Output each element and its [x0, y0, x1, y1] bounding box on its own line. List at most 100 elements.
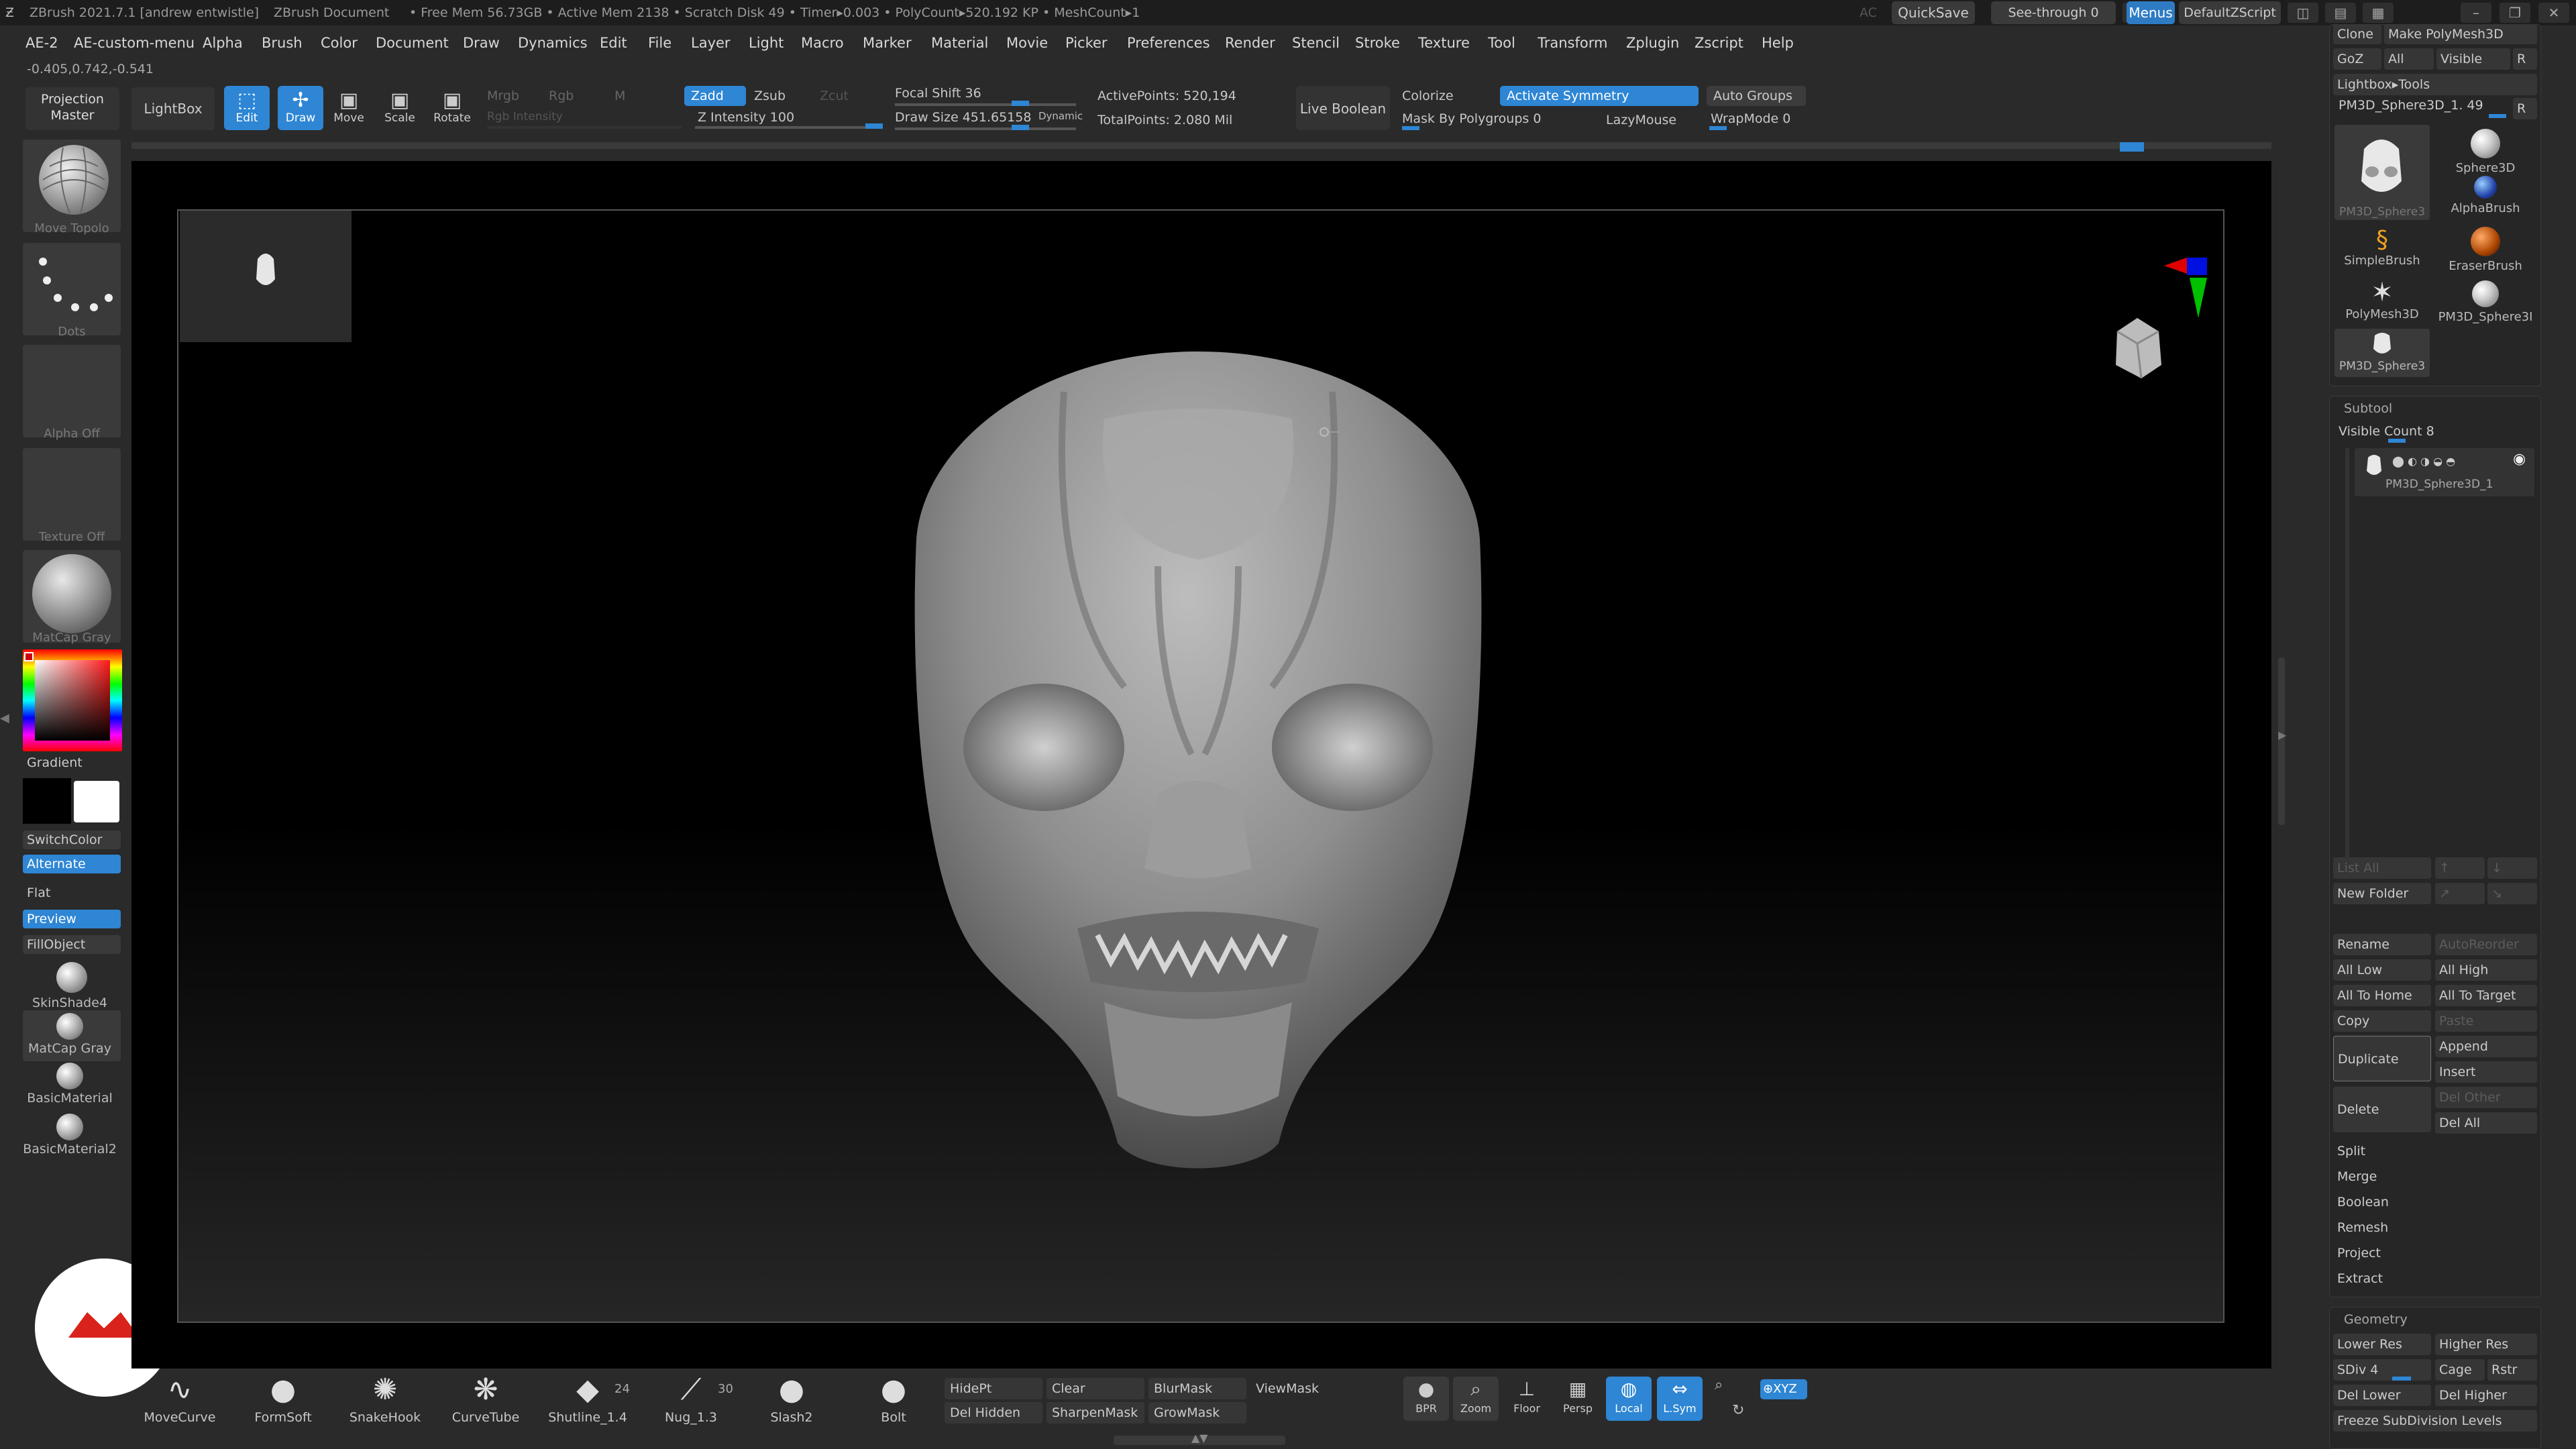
lsym-button[interactable]: ⇔ L.Sym	[1657, 1377, 1703, 1421]
auto-groups-button[interactable]: Auto Groups	[1707, 86, 1806, 106]
all-to-home-button[interactable]: All To Home	[2333, 985, 2431, 1006]
menu-transform[interactable]: Transform	[1538, 35, 1607, 51]
all-high-button[interactable]: All High	[2435, 959, 2537, 981]
z-intensity-slider[interactable]: Z Intensity 100	[698, 110, 794, 125]
quicksave-button[interactable]: QuickSave	[1892, 1, 1975, 24]
zcut-button[interactable]: Zcut	[820, 89, 849, 103]
live-boolean-button[interactable]: Live Boolean	[1296, 86, 1390, 130]
layout-icon[interactable]: ◫	[2288, 3, 2318, 23]
clone-button[interactable]: Clone	[2333, 24, 2381, 44]
menu-marker[interactable]: Marker	[863, 35, 912, 51]
menu-dynamics[interactable]: Dynamics	[518, 35, 588, 51]
material-thumbnail[interactable]	[23, 550, 121, 643]
subtool-header[interactable]: Subtool	[2344, 401, 2392, 416]
color-picker-marker-icon[interactable]	[24, 652, 34, 661]
material-skinshade4[interactable]: SkinShade4	[23, 958, 121, 1010]
delete-button[interactable]: Delete	[2333, 1087, 2431, 1132]
menu-macro[interactable]: Macro	[801, 35, 844, 51]
goz-all-button[interactable]: All	[2384, 48, 2434, 70]
autoreorder-button[interactable]: AutoReorder	[2435, 934, 2537, 955]
menu-zplugin[interactable]: Zplugin	[1626, 35, 1679, 51]
menu-ae-2[interactable]: AE-2	[25, 35, 58, 51]
brush-shutline[interactable]: ◆ Shutline_1.4 24	[541, 1370, 635, 1425]
menu-stencil[interactable]: Stencil	[1292, 35, 1340, 51]
rgb-intensity-slider[interactable]: Rgb Intensity	[487, 110, 563, 123]
lower-res-button[interactable]: Lower Res	[2333, 1334, 2431, 1355]
boolean-button[interactable]: Boolean	[2333, 1191, 2537, 1213]
activate-symmetry-button[interactable]: Activate Symmetry	[1500, 86, 1699, 106]
left-tray-collapse-icon[interactable]: ◀	[0, 711, 9, 741]
draw-size-handle[interactable]	[1012, 125, 1029, 130]
m-button[interactable]: M	[614, 89, 625, 103]
copy-button[interactable]: Copy	[2333, 1010, 2431, 1032]
color-picker-hue-ring[interactable]	[23, 649, 122, 751]
eye-visibility-icon[interactable]: ◉	[2513, 451, 2526, 468]
z-intensity-handle[interactable]	[865, 123, 883, 129]
wrapmode-slider[interactable]: WrapMode 0	[1711, 111, 1790, 126]
brush-nug[interactable]: ⟋ Nug_1.3 30	[644, 1370, 738, 1425]
alpha-thumbnail[interactable]	[23, 345, 121, 437]
freeze-subdivision-button[interactable]: Freeze SubDivision Levels	[2333, 1410, 2537, 1432]
bpr-button[interactable]: ● BPR	[1403, 1377, 1449, 1421]
rename-button[interactable]: Rename	[2333, 934, 2431, 955]
make-polymesh-button[interactable]: Make PolyMesh3D	[2384, 24, 2537, 44]
del-all-button[interactable]: Del All	[2435, 1112, 2537, 1134]
switch-color-button[interactable]: SwitchColor	[23, 830, 121, 849]
mask-by-polygroups-slider[interactable]: Mask By Polygroups 0	[1402, 111, 1541, 126]
navigation-gizmo-icon[interactable]	[2077, 251, 2211, 412]
projection-master-button[interactable]: Projection Master	[25, 87, 119, 130]
right-tray-collapse-icon[interactable]: ▶	[2278, 729, 2286, 755]
menu-zscript[interactable]: Zscript	[1695, 35, 1743, 51]
brush-movecurve[interactable]: ∿ MoveCurve	[133, 1370, 227, 1425]
visible-count-handle[interactable]	[2388, 439, 2406, 443]
arrow-up-right-icon[interactable]: ↗	[2435, 883, 2485, 904]
menu-stroke[interactable]: Stroke	[1355, 35, 1400, 51]
move-down-icon[interactable]: ↓	[2487, 857, 2537, 879]
brush-curvetube[interactable]: ❋ CurveTube	[439, 1370, 533, 1425]
menu-alpha[interactable]: Alpha	[203, 35, 243, 51]
main-color-swatch[interactable]	[74, 781, 119, 822]
menus-button[interactable]: Menus	[2127, 1, 2175, 24]
default-zscript-button[interactable]: DefaultZScript	[2179, 1, 2281, 24]
tool-pm3d-sphere-b[interactable]: PM3D_Sphere3I	[2438, 280, 2533, 324]
menu-file[interactable]: File	[648, 35, 672, 51]
draw-size-slider[interactable]: Draw Size 451.65158	[895, 110, 1031, 125]
zsub-button[interactable]: Zsub	[754, 89, 786, 103]
goz-visible-button[interactable]: Visible	[2436, 48, 2510, 70]
minimize-icon[interactable]: –	[2461, 3, 2491, 23]
move-button[interactable]: ▣ Move	[326, 86, 372, 130]
menu-ae-custom[interactable]: AE-custom-menu	[74, 35, 195, 51]
merge-button[interactable]: Merge	[2333, 1166, 2537, 1187]
dynamic-toggle[interactable]: Dynamic	[1038, 110, 1083, 122]
magnifier-icon[interactable]: ⌕	[1715, 1377, 1735, 1397]
lightbox-button[interactable]: LightBox	[131, 87, 215, 130]
flat-button[interactable]: Flat	[27, 885, 50, 900]
wrapmode-handle[interactable]	[1709, 126, 1727, 130]
colorize-button[interactable]: Colorize	[1402, 89, 1454, 103]
color-picker-saturation-square[interactable]	[35, 660, 110, 741]
lightbox-tools-button[interactable]: Lightbox▸Tools	[2333, 74, 2537, 95]
del-higher-button[interactable]: Del Higher	[2435, 1385, 2537, 1406]
sdiv-slider[interactable]: SDiv 4	[2333, 1359, 2431, 1381]
menu-help[interactable]: Help	[1762, 35, 1794, 51]
menu-picker[interactable]: Picker	[1065, 35, 1108, 51]
alternate-button[interactable]: Alternate	[23, 855, 121, 873]
draw-button[interactable]: ✢ Draw	[278, 86, 323, 130]
interface-icon[interactable]: ▤	[2325, 3, 2356, 23]
paste-button[interactable]: Paste	[2435, 1010, 2537, 1032]
fill-object-button[interactable]: FillObject	[23, 935, 121, 954]
subtool-scrollbar[interactable]	[2345, 448, 2349, 857]
remesh-button[interactable]: Remesh	[2333, 1217, 2537, 1238]
menu-document[interactable]: Document	[376, 35, 449, 51]
material-basic2[interactable]: BasicMaterial2	[23, 1114, 121, 1165]
material-basic[interactable]: BasicMaterial	[23, 1063, 121, 1114]
mrgb-button[interactable]: Mrgb	[487, 89, 519, 103]
material-matcap-gray[interactable]: MatCap Gray	[23, 1010, 121, 1061]
bottom-tray-handle[interactable]: ▲▼	[1114, 1432, 1285, 1445]
all-low-button[interactable]: All Low	[2333, 959, 2431, 981]
higher-res-button[interactable]: Higher Res	[2435, 1334, 2537, 1355]
geometry-header[interactable]: Geometry	[2344, 1312, 2408, 1327]
focal-shift-slider[interactable]: Focal Shift 36	[895, 86, 981, 101]
sdiv-handle[interactable]	[2392, 1377, 2411, 1381]
rstr-button[interactable]: Rstr	[2487, 1359, 2537, 1381]
